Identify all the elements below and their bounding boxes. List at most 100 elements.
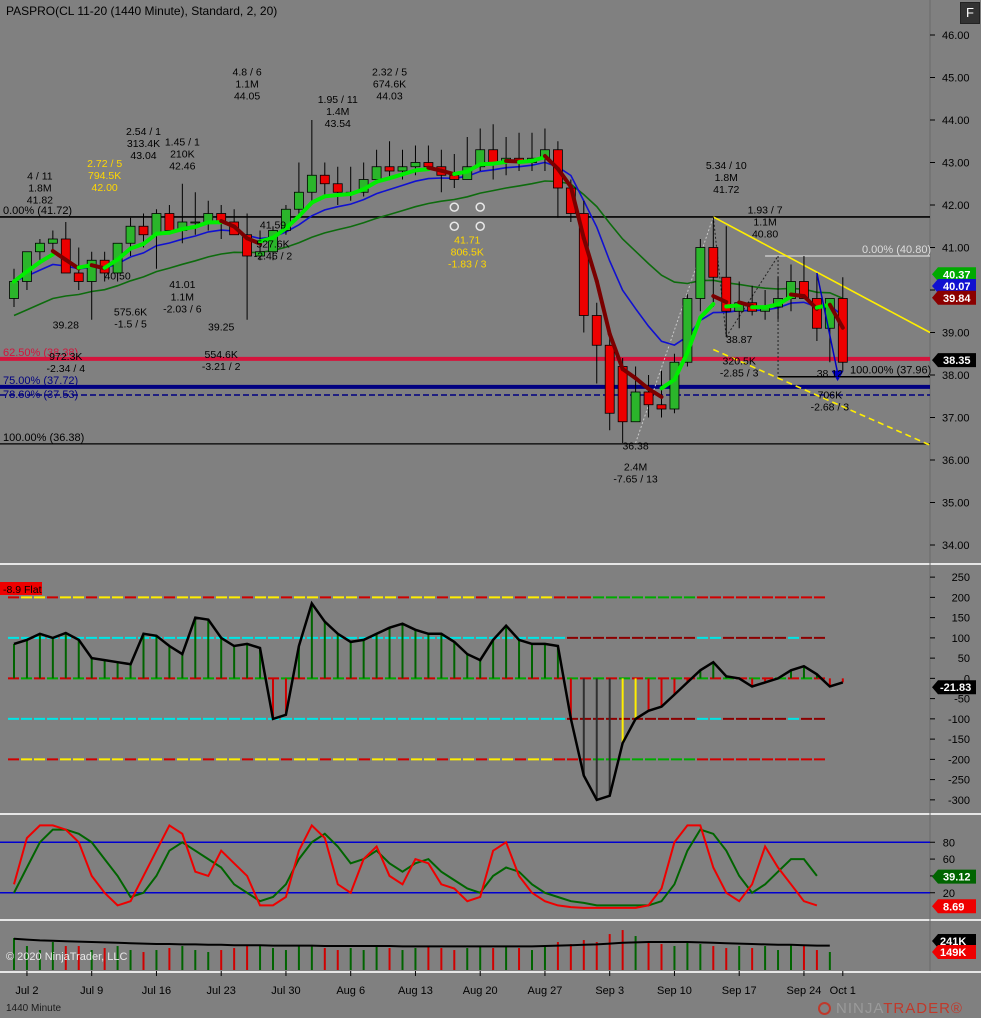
fib-level-label: 0.00% (40.80) <box>862 244 931 256</box>
candle-down <box>604 344 615 414</box>
price-tick-label: 43.00 <box>942 158 970 170</box>
candle-up <box>125 225 136 244</box>
float-button[interactable]: F <box>960 2 980 24</box>
brand-ninja-text: NINJA <box>836 1000 884 1017</box>
candle-down <box>319 174 330 185</box>
swing-label: 320.5K <box>723 355 756 367</box>
candle-down <box>164 213 175 231</box>
price-tick-label: 37.00 <box>942 413 970 425</box>
price-tick-label: 45.00 <box>942 73 970 85</box>
price-tick-label: 46.00 <box>942 30 970 42</box>
swing-label: 1.8M <box>715 172 738 184</box>
ema-fast-up-line <box>724 303 742 309</box>
swing-label: 2.4M <box>624 462 647 474</box>
candle-up <box>695 247 706 299</box>
stoch-tick-label: 60 <box>943 854 955 866</box>
osc-tick-label: 200 <box>952 592 970 604</box>
volume-value-text: 149K <box>940 947 966 959</box>
time-tick-label: Sep 17 <box>722 985 757 997</box>
time-tick-label: Jul 16 <box>142 985 171 997</box>
candle-down <box>812 298 822 329</box>
swing-label: -2.03 / 6 <box>163 304 202 316</box>
swing-label: 42.00 <box>92 182 118 194</box>
swing-label: -1.83 / 3 <box>448 258 487 270</box>
osc-tick-label: 150 <box>952 613 970 625</box>
time-tick-label: Jul 30 <box>271 985 300 997</box>
candle-up <box>371 166 382 180</box>
swing-label: -7.65 / 13 <box>613 474 658 486</box>
swing-label: 1.1M <box>171 292 194 304</box>
swing-label: 554.6K <box>205 349 238 361</box>
swing-label: -3.21 / 2 <box>202 361 241 373</box>
stoch-value-text: 39.12 <box>943 872 971 884</box>
candle-down <box>643 391 654 406</box>
candle-up <box>9 281 19 299</box>
fib-level-label: 100.00% (36.38) <box>3 432 84 444</box>
brand-mark-icon <box>818 1002 831 1015</box>
swing-label: 1.1M <box>235 78 258 90</box>
price-badge-text: 38.35 <box>943 355 971 367</box>
osc-tick-label: 50 <box>958 653 970 665</box>
chart-canvas[interactable]: 34.0035.0036.0037.0038.0039.0040.0041.00… <box>0 0 981 1018</box>
swing-label: -2.68 / 3 <box>811 401 850 413</box>
price-tick-label: 39.00 <box>942 328 970 340</box>
osc-tick-label: -150 <box>948 734 970 746</box>
time-tick-label: Aug 27 <box>528 985 563 997</box>
fib-level-label: 100.00% (37.96) <box>850 365 931 377</box>
candle-down <box>708 247 719 278</box>
time-tick-label: Aug 6 <box>336 985 365 997</box>
timeframe-label: 1440 Minute <box>6 1003 62 1014</box>
swing-label: 1.4M <box>326 106 349 118</box>
swing-label: 41.59 <box>260 219 286 231</box>
time-tick-label: Aug 13 <box>398 985 433 997</box>
price-tick-label: 42.00 <box>942 200 970 212</box>
price-badge-text: 39.84 <box>943 293 971 305</box>
time-tick-label: Sep 10 <box>657 985 692 997</box>
candle-down <box>656 404 667 410</box>
osc-status-label: -8.9 Flat <box>3 584 42 596</box>
swing-label: 44.05 <box>234 90 260 102</box>
brand-logo: NINJATRADER® <box>818 1000 963 1017</box>
brand-trader-text: TRADER <box>883 1000 951 1017</box>
osc-tick-label: 100 <box>952 633 970 645</box>
swing-label: 44.03 <box>376 90 402 102</box>
swing-label: 39.28 <box>53 319 79 331</box>
osc-tick-label: -300 <box>948 795 970 807</box>
osc-tick-label: -50 <box>954 694 970 706</box>
swing-label: 4 / 11 <box>27 171 53 183</box>
time-tick-label: Jul 9 <box>80 985 103 997</box>
swing-label: 706K <box>818 389 843 401</box>
swing-label: -2.34 / 4 <box>47 363 86 375</box>
brand-tm-text: ® <box>950 1000 963 1017</box>
candle-up <box>22 251 32 282</box>
swing-label: 41.01 <box>169 279 195 291</box>
fib-level-label: 0.00% (41.72) <box>3 205 72 217</box>
swing-label: 1.45 / 1 <box>165 137 200 149</box>
swing-label: 40.50 <box>104 270 130 282</box>
swing-label: 39.25 <box>208 321 234 333</box>
swing-label: 972.3K <box>49 351 82 363</box>
swing-label: 313.4K <box>127 138 160 150</box>
time-tick-label: Sep 24 <box>787 985 822 997</box>
candle-down <box>332 183 343 193</box>
swing-label: 36.38 <box>622 440 648 452</box>
candle-up <box>47 238 58 244</box>
swing-label: 41.71 <box>454 234 480 246</box>
swing-label: 2.72 / 5 <box>87 158 122 170</box>
swing-label: 38.12 <box>817 368 843 380</box>
time-tick-label: Jul 2 <box>15 985 38 997</box>
time-tick-label: Aug 20 <box>463 985 498 997</box>
swing-label: 2.54 / 1 <box>126 126 161 138</box>
price-tick-label: 34.00 <box>942 540 970 552</box>
candle-down <box>488 149 499 163</box>
swing-label: 4.8 / 6 <box>232 66 261 78</box>
osc-tick-label: -200 <box>948 754 970 766</box>
swing-label: 5.34 / 10 <box>706 160 747 172</box>
candle-down <box>73 272 84 282</box>
price-tick-label: 41.00 <box>942 243 970 255</box>
candle-down <box>837 298 848 363</box>
ema-fast-down-line <box>504 158 522 164</box>
candle-up <box>397 166 408 172</box>
swing-label: 40.80 <box>752 229 778 241</box>
stoch-tick-label: 80 <box>943 837 955 849</box>
